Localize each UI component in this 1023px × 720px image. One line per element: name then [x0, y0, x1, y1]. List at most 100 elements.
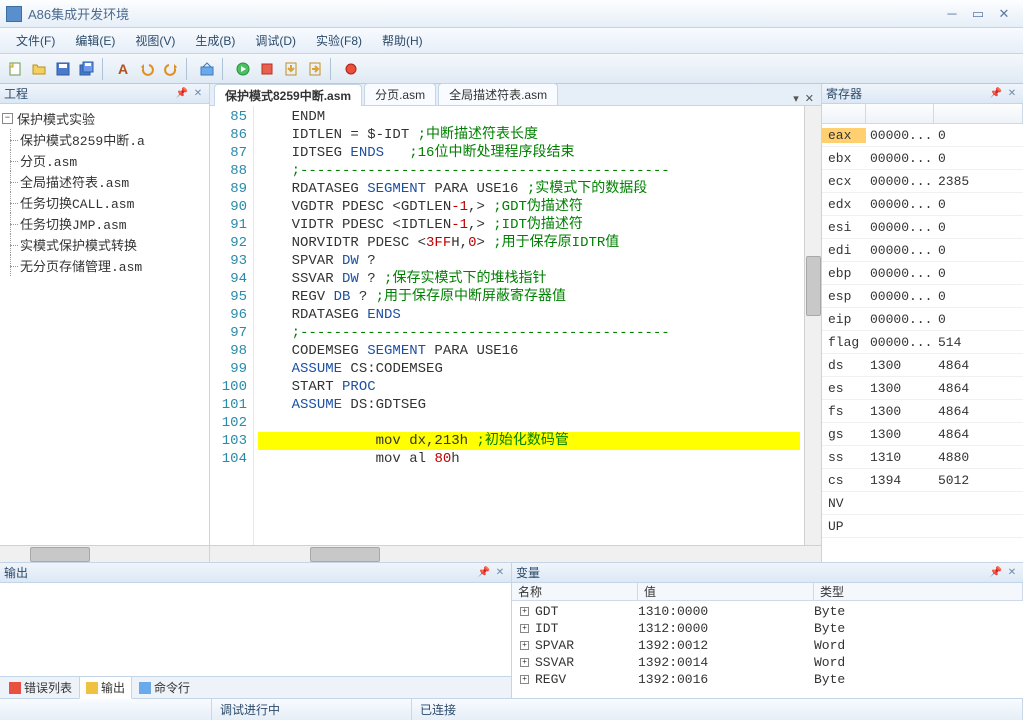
tree-root-label: 保护模式实验: [17, 109, 95, 128]
editor-tab[interactable]: 分页.asm: [364, 83, 436, 105]
font-button[interactable]: A: [112, 58, 134, 80]
editor-tab[interactable]: 保护模式8259中断.asm: [214, 84, 362, 106]
register-row[interactable]: eip00000...0: [822, 308, 1023, 331]
registers-header: [822, 104, 1023, 124]
tree-root[interactable]: − 保护模式实验: [2, 108, 207, 129]
menu-item[interactable]: 文件(F): [6, 29, 65, 52]
output-body[interactable]: [0, 583, 511, 676]
expand-icon[interactable]: +: [520, 624, 529, 633]
register-row[interactable]: gs13004864: [822, 423, 1023, 446]
save-all-button[interactable]: [76, 58, 98, 80]
tree-item[interactable]: 实模式保护模式转换: [2, 234, 207, 255]
register-row[interactable]: esi00000...0: [822, 216, 1023, 239]
tree-item[interactable]: 无分页存储管理.asm: [2, 255, 207, 276]
project-panel-header: 工程 📌 ✕: [0, 84, 209, 104]
toolbar: A: [0, 54, 1023, 84]
build-button[interactable]: [196, 58, 218, 80]
register-row[interactable]: eax00000...0: [822, 124, 1023, 147]
project-panel: 工程 📌 ✕ − 保护模式实验 保护模式8259中断.a分页.asm全局描述符表…: [0, 84, 210, 562]
line-gutter: 8586878889909192939495969798991001011021…: [210, 106, 254, 545]
expand-icon[interactable]: +: [520, 641, 529, 650]
register-row[interactable]: edi00000...0: [822, 239, 1023, 262]
register-row[interactable]: ds13004864: [822, 354, 1023, 377]
expand-icon[interactable]: +: [520, 607, 529, 616]
pin-icon[interactable]: 📌: [175, 87, 189, 101]
tree-item[interactable]: 任务切换JMP.asm: [2, 213, 207, 234]
close-panel-icon[interactable]: ✕: [1005, 566, 1019, 580]
editor-tab[interactable]: 全局描述符表.asm: [438, 83, 558, 105]
tab-menu-icon[interactable]: ▾: [790, 92, 802, 105]
variables-panel: 变量 📌 ✕ 名称 值 类型 +GDT1310:0000Byte+IDT1312…: [512, 563, 1023, 698]
variables-panel-title: 变量: [516, 564, 540, 581]
output-tab[interactable]: 输出: [79, 676, 132, 699]
variable-row[interactable]: +IDT1312:0000Byte: [512, 620, 1023, 637]
registers-panel-header: 寄存器 📌 ✕: [822, 84, 1023, 104]
register-row[interactable]: NV: [822, 492, 1023, 515]
register-row[interactable]: UP: [822, 515, 1023, 538]
project-hscroll[interactable]: [0, 545, 209, 562]
menu-item[interactable]: 生成(B): [185, 29, 245, 52]
status-bar: 调试进行中 已连接: [0, 698, 1023, 720]
variable-row[interactable]: +SPVAR1392:0012Word: [512, 637, 1023, 654]
var-header-name: 名称: [512, 583, 638, 600]
tree-item[interactable]: 分页.asm: [2, 150, 207, 171]
menu-item[interactable]: 帮助(H): [372, 29, 433, 52]
minimize-button[interactable]: ─: [939, 5, 965, 23]
variable-row[interactable]: +SSVAR1392:0014Word: [512, 654, 1023, 671]
redo-button[interactable]: [160, 58, 182, 80]
save-button[interactable]: [52, 58, 74, 80]
variables-body: +GDT1310:0000Byte+IDT1312:0000Byte+SPVAR…: [512, 601, 1023, 698]
expand-icon[interactable]: +: [520, 675, 529, 684]
maximize-button[interactable]: ▭: [965, 5, 991, 23]
step-over-button[interactable]: [304, 58, 326, 80]
register-row[interactable]: ss13104880: [822, 446, 1023, 469]
pin-icon[interactable]: 📌: [989, 566, 1003, 580]
register-row[interactable]: ebp00000...0: [822, 262, 1023, 285]
tree-item[interactable]: 任务切换CALL.asm: [2, 192, 207, 213]
editor-panel: 保护模式8259中断.asm分页.asm全局描述符表.asm ▾✕ 8586878…: [210, 84, 821, 562]
new-file-button[interactable]: [4, 58, 26, 80]
register-row[interactable]: ebx00000...0: [822, 147, 1023, 170]
pin-icon[interactable]: 📌: [989, 87, 1003, 101]
menu-item[interactable]: 视图(V): [125, 29, 185, 52]
editor-tabs: 保护模式8259中断.asm分页.asm全局描述符表.asm ▾✕: [210, 84, 821, 106]
output-tab[interactable]: 错误列表: [2, 676, 79, 699]
menu-item[interactable]: 实验(F8): [306, 29, 372, 52]
register-row[interactable]: es13004864: [822, 377, 1023, 400]
step-into-button[interactable]: [280, 58, 302, 80]
register-row[interactable]: edx00000...0: [822, 193, 1023, 216]
run-button[interactable]: [232, 58, 254, 80]
register-row[interactable]: esp00000...0: [822, 285, 1023, 308]
register-row[interactable]: flag00000...514: [822, 331, 1023, 354]
collapse-icon[interactable]: −: [2, 113, 13, 124]
tree-item[interactable]: 全局描述符表.asm: [2, 171, 207, 192]
project-panel-title: 工程: [4, 85, 28, 102]
tree-item[interactable]: 保护模式8259中断.a: [2, 129, 207, 150]
code-editor[interactable]: ENDM IDTLEN = $-IDT ;中断描述符表长度 IDTSEG END…: [254, 106, 804, 545]
variable-row[interactable]: +REGV1392:0016Byte: [512, 671, 1023, 688]
editor-vscroll[interactable]: [804, 106, 821, 545]
stop-button[interactable]: [256, 58, 278, 80]
menu-item[interactable]: 调试(D): [245, 29, 306, 52]
register-row[interactable]: fs13004864: [822, 400, 1023, 423]
editor-hscroll[interactable]: [210, 545, 821, 562]
close-button[interactable]: ✕: [991, 5, 1017, 23]
close-panel-icon[interactable]: ✕: [1005, 87, 1019, 101]
output-panel-header: 输出 📌 ✕: [0, 563, 511, 583]
pin-icon[interactable]: 📌: [477, 566, 491, 580]
menu-item[interactable]: 编辑(E): [65, 29, 125, 52]
expand-icon[interactable]: +: [520, 658, 529, 667]
register-row[interactable]: cs13945012: [822, 469, 1023, 492]
close-panel-icon[interactable]: ✕: [493, 566, 507, 580]
output-tabs: 错误列表输出命令行: [0, 676, 511, 698]
output-tab[interactable]: 命令行: [132, 676, 197, 699]
variable-row[interactable]: +GDT1310:0000Byte: [512, 603, 1023, 620]
window-title: A86集成开发环境: [28, 4, 939, 23]
registers-panel: 寄存器 📌 ✕ eax00000...0ebx00000...0ecx00000…: [821, 84, 1023, 562]
tab-close-icon[interactable]: ✕: [802, 92, 817, 105]
breakpoint-button[interactable]: [340, 58, 362, 80]
close-panel-icon[interactable]: ✕: [191, 87, 205, 101]
undo-button[interactable]: [136, 58, 158, 80]
open-button[interactable]: [28, 58, 50, 80]
register-row[interactable]: ecx00000...2385: [822, 170, 1023, 193]
